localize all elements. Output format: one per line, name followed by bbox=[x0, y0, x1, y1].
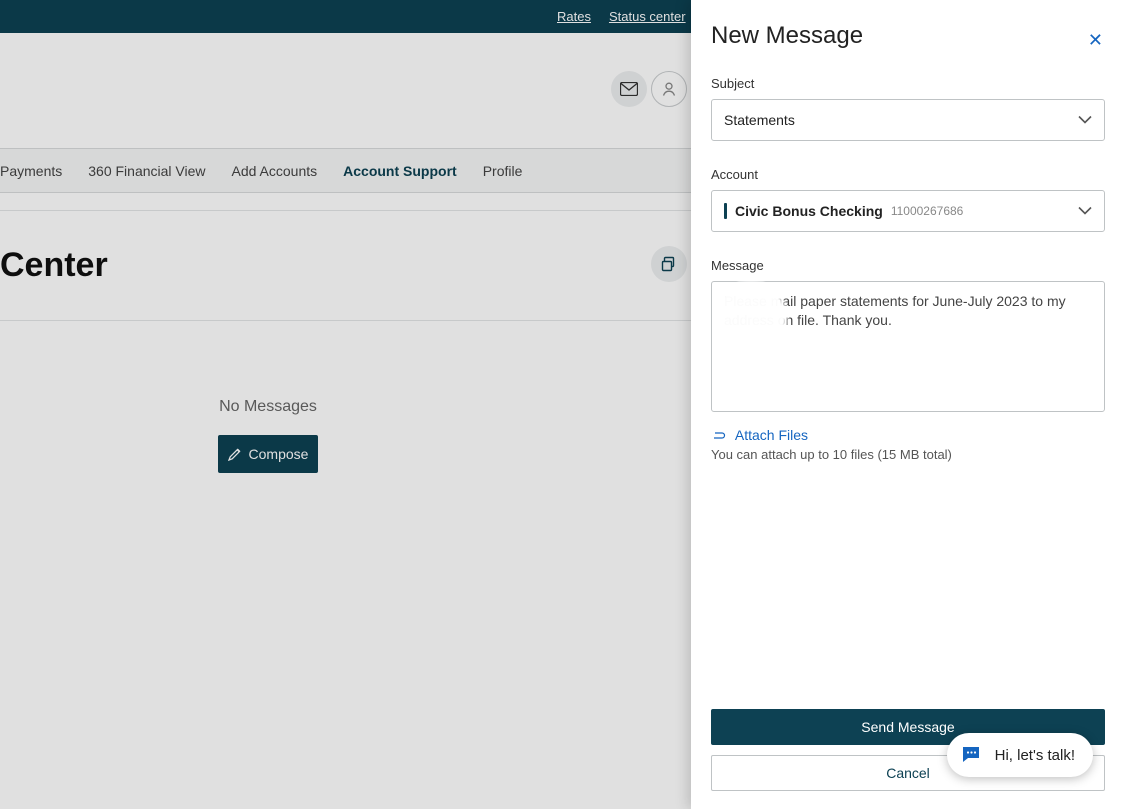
subject-select[interactable]: Statements bbox=[711, 99, 1105, 141]
account-number: 11000267686 bbox=[891, 204, 964, 218]
nav-account-support[interactable]: Account Support bbox=[343, 163, 457, 179]
new-message-panel: New Message ✕ Subject Statements Account… bbox=[691, 0, 1125, 809]
panel-title: New Message bbox=[711, 22, 1105, 50]
nav-360-financial-view[interactable]: 360 Financial View bbox=[88, 163, 205, 179]
nav-payments[interactable]: Payments bbox=[0, 163, 62, 179]
chat-text: Hi, let's talk! bbox=[995, 747, 1075, 764]
message-textarea[interactable] bbox=[711, 281, 1105, 412]
chevron-down-icon bbox=[1078, 116, 1092, 125]
attach-hint: You can attach up to 10 files (15 MB tot… bbox=[711, 447, 1105, 462]
profile-avatar-icon[interactable] bbox=[651, 71, 687, 107]
account-label: Account bbox=[711, 167, 1105, 182]
rates-link[interactable]: Rates bbox=[557, 9, 591, 24]
subject-value: Statements bbox=[724, 112, 795, 128]
paperclip-icon bbox=[711, 427, 731, 443]
copy-icon[interactable] bbox=[651, 246, 687, 282]
nav-add-accounts[interactable]: Add Accounts bbox=[232, 163, 318, 179]
attach-files-link[interactable]: Attach Files bbox=[735, 427, 808, 443]
subject-label: Subject bbox=[711, 76, 1105, 91]
nav-profile[interactable]: Profile bbox=[483, 163, 523, 179]
compose-button[interactable]: Compose bbox=[218, 435, 318, 473]
messages-icon[interactable] bbox=[611, 71, 647, 107]
chat-icon bbox=[957, 741, 985, 769]
close-icon[interactable]: ✕ bbox=[1088, 30, 1103, 51]
compose-label: Compose bbox=[249, 446, 309, 462]
account-color-pill bbox=[724, 203, 727, 219]
message-label: Message bbox=[711, 258, 1105, 273]
no-messages-text: No Messages bbox=[0, 398, 536, 416]
chevron-down-icon bbox=[1078, 207, 1092, 216]
page-title: Center bbox=[0, 246, 108, 285]
chat-widget[interactable]: Hi, let's talk! bbox=[947, 733, 1093, 777]
account-name: Civic Bonus Checking bbox=[735, 203, 883, 219]
pencil-icon bbox=[228, 448, 241, 461]
status-center-link[interactable]: Status center bbox=[609, 9, 686, 24]
account-select[interactable]: Civic Bonus Checking 11000267686 bbox=[711, 190, 1105, 232]
